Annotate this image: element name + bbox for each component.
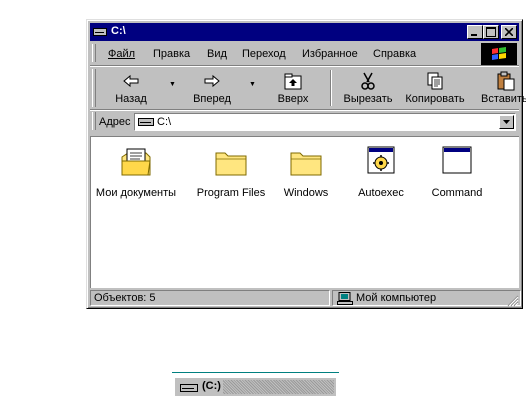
windows-flag-icon <box>492 47 506 60</box>
windows-logo <box>481 43 517 65</box>
address-bar: Адрес C:\ <box>90 111 519 133</box>
status-objects-pane: Объектов: 5 <box>90 290 330 306</box>
drive-c-item[interactable]: (C:) <box>175 378 336 396</box>
my-documents-folder-icon <box>121 148 151 176</box>
up-button[interactable]: Вверх <box>264 67 322 109</box>
paste-button[interactable]: Вставить <box>476 67 526 109</box>
forward-button[interactable]: Вперед <box>180 67 244 109</box>
address-label: Адрес <box>99 116 131 128</box>
close-icon <box>505 28 513 36</box>
title-bar[interactable]: C:\ <box>90 23 519 41</box>
back-button[interactable]: Назад <box>101 67 161 109</box>
minimize-button[interactable] <box>467 25 483 39</box>
menu-edit[interactable]: Правка <box>153 48 190 60</box>
menu-help[interactable]: Справка <box>373 48 416 60</box>
window-title: C:\ <box>111 25 126 37</box>
status-bar: Объектов: 5 Мой компьютер <box>90 290 521 307</box>
toolbar-grip[interactable] <box>92 69 96 107</box>
toolbar: Назад ▼ Вперед ▼ Вверх Вырезать Копирова… <box>90 67 526 109</box>
file-list: Мои документы Program Files Windows Auto… <box>90 136 519 288</box>
drive-icon <box>93 28 107 36</box>
menu-bar: Файл Правка Вид Переход Избранное Справк… <box>90 43 519 65</box>
folder-icon <box>215 152 247 176</box>
copy-button[interactable]: Копировать <box>402 67 468 109</box>
explorer-window: C:\ Файл Правка Вид Переход Избранное Сп… <box>86 19 526 309</box>
copy-icon <box>427 72 443 90</box>
menu-file[interactable]: Файл <box>108 48 135 60</box>
file-item-my-documents[interactable]: Мои документы <box>91 145 181 199</box>
back-dropdown-icon[interactable]: ▼ <box>169 81 176 88</box>
resize-grip-icon[interactable] <box>507 295 519 307</box>
file-item-command[interactable]: Command <box>412 145 502 199</box>
status-location-pane: Мой компьютер <box>332 290 521 306</box>
application-window-icon <box>442 146 472 174</box>
forward-arrow-icon <box>204 74 220 88</box>
menu-go[interactable]: Переход <box>242 48 286 60</box>
back-arrow-icon <box>123 74 139 88</box>
menu-view[interactable]: Вид <box>207 48 227 60</box>
file-label: Command <box>431 187 483 199</box>
my-computer-icon <box>337 292 353 305</box>
maximize-button[interactable] <box>483 25 499 39</box>
close-button[interactable] <box>501 25 517 39</box>
drive-c-label: (C:) <box>202 380 221 392</box>
folder-up-icon <box>284 73 302 90</box>
menubar-grip[interactable] <box>92 44 96 62</box>
menu-favorites[interactable]: Избранное <box>302 48 358 60</box>
clipboard-paste-icon <box>497 71 515 91</box>
forward-dropdown-icon[interactable]: ▼ <box>249 81 256 88</box>
addressbar-grip[interactable] <box>92 112 96 130</box>
address-dropdown-button[interactable] <box>499 115 514 129</box>
folder-icon <box>290 152 322 176</box>
toolbar-separator <box>330 70 332 106</box>
hatch-pattern <box>223 380 334 394</box>
scissors-icon <box>361 72 375 90</box>
status-objects-text: Объектов: 5 <box>94 292 156 304</box>
cut-button[interactable]: Вырезать <box>338 67 398 109</box>
drive-icon <box>180 384 198 392</box>
address-value: C:\ <box>157 116 172 128</box>
chevron-down-icon <box>503 120 510 124</box>
batch-file-icon <box>367 146 395 174</box>
address-field[interactable]: C:\ <box>134 113 516 131</box>
drive-icon <box>138 118 154 126</box>
file-label: Мои документы <box>95 187 177 199</box>
status-location-text: Мой компьютер <box>356 292 437 304</box>
divider-line <box>172 372 339 373</box>
